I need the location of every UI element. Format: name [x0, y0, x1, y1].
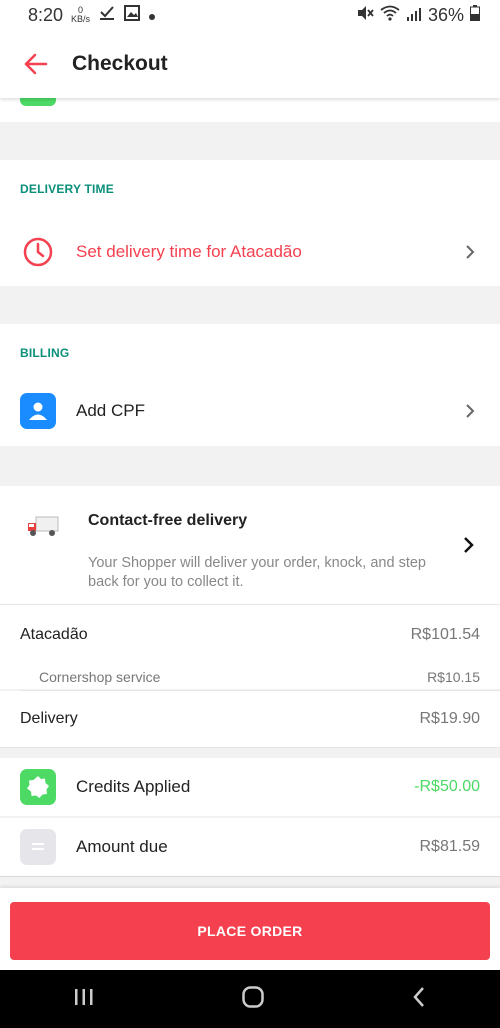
- chevron-right-icon: [466, 404, 475, 418]
- arrow-left-icon: [24, 53, 48, 75]
- credits-value: -R$50.00: [414, 778, 480, 795]
- credits-row: Credits Applied -R$50.00: [0, 758, 500, 816]
- battery-level: 36%: [427, 4, 464, 25]
- amount-due-row: Amount due R$81.59: [0, 818, 500, 876]
- contact-free-title: Contact-free delivery: [88, 512, 248, 529]
- add-cpf-row[interactable]: Add CPF: [0, 382, 500, 440]
- amount-due-value: R$81.59: [419, 838, 481, 855]
- battery-icon: [470, 4, 480, 26]
- home-button[interactable]: [241, 985, 265, 1014]
- service-value: R$10.15: [427, 669, 480, 685]
- contact-free-card[interactable]: Contact-free delivery Your Shopper will …: [0, 486, 500, 604]
- store-value: R$101.54: [410, 626, 480, 643]
- equals-icon: [20, 829, 56, 865]
- image-icon: [124, 4, 141, 26]
- page-title: Checkout: [72, 52, 168, 75]
- status-bar: 8:20 0 KB/s 36%: [0, 0, 500, 30]
- contact-free-description: Your Shopper will deliver your order, kn…: [88, 555, 426, 590]
- user-icon: [20, 393, 56, 429]
- system-back-button[interactable]: [411, 986, 427, 1013]
- green-icon-partial: [20, 98, 56, 106]
- delivery-label: Delivery: [20, 710, 78, 727]
- credits-icon-wrap: [0, 769, 76, 805]
- status-time: 8:20: [28, 4, 64, 25]
- credits-label: Credits Applied: [76, 777, 191, 796]
- billing-heading: BILLING: [20, 346, 70, 360]
- set-delivery-time-label: Set delivery time for Atacadão: [76, 242, 302, 261]
- mute-icon: [356, 5, 374, 26]
- add-cpf-label: Add CPF: [76, 401, 145, 420]
- section-gap: [0, 286, 500, 324]
- section-gap: [0, 446, 500, 486]
- delivery-time-card: DELIVERY TIME Set delivery time for Atac…: [0, 160, 500, 286]
- divider: [0, 876, 500, 877]
- store-subtotal-row: Atacadão R$101.54: [0, 605, 500, 665]
- delivery-time-heading: DELIVERY TIME: [20, 182, 114, 196]
- wifi-icon: [380, 5, 400, 26]
- truck-icon: [26, 514, 60, 543]
- delivery-value: R$19.90: [419, 710, 481, 727]
- place-order-button[interactable]: PLACE ORDER: [10, 902, 490, 960]
- amount-due-label: Amount due: [76, 837, 168, 856]
- divider: [0, 747, 500, 748]
- delivery-fee-row: Delivery R$19.90: [0, 691, 500, 747]
- notification-dot-icon: [148, 5, 156, 26]
- home-icon: [242, 985, 264, 1008]
- checkout-footer: PLACE ORDER: [0, 888, 500, 970]
- signal-icon: [406, 5, 422, 26]
- chevron-left-icon: [413, 986, 424, 1007]
- recent-apps-icon: [75, 988, 93, 1005]
- clock-icon: [23, 237, 53, 267]
- chevron-right-icon: [466, 245, 475, 259]
- service-fee-row: Cornershop service R$10.15: [0, 665, 500, 689]
- service-label: Cornershop service: [39, 669, 161, 685]
- previous-card: [0, 98, 500, 122]
- app-bar: Checkout: [0, 30, 500, 98]
- download-done-icon: [98, 5, 116, 26]
- recent-apps-button[interactable]: [73, 987, 95, 1012]
- credit-badge-icon: [20, 769, 56, 805]
- billing-card: BILLING Add CPF: [0, 324, 500, 446]
- checkout-scroll-area[interactable]: DELIVERY TIME Set delivery time for Atac…: [0, 98, 500, 888]
- network-speed-unit: KB/s: [71, 14, 91, 24]
- set-delivery-time-row[interactable]: Set delivery time for Atacadão: [0, 224, 500, 280]
- back-button[interactable]: [0, 53, 72, 75]
- chevron-right-icon: [463, 536, 475, 559]
- store-label: Atacadão: [20, 626, 88, 643]
- system-nav-bar: [0, 970, 500, 1028]
- network-speed: 0 KB/s: [71, 6, 90, 24]
- section-gap: [0, 122, 500, 160]
- amount-due-icon-wrap: [0, 829, 76, 865]
